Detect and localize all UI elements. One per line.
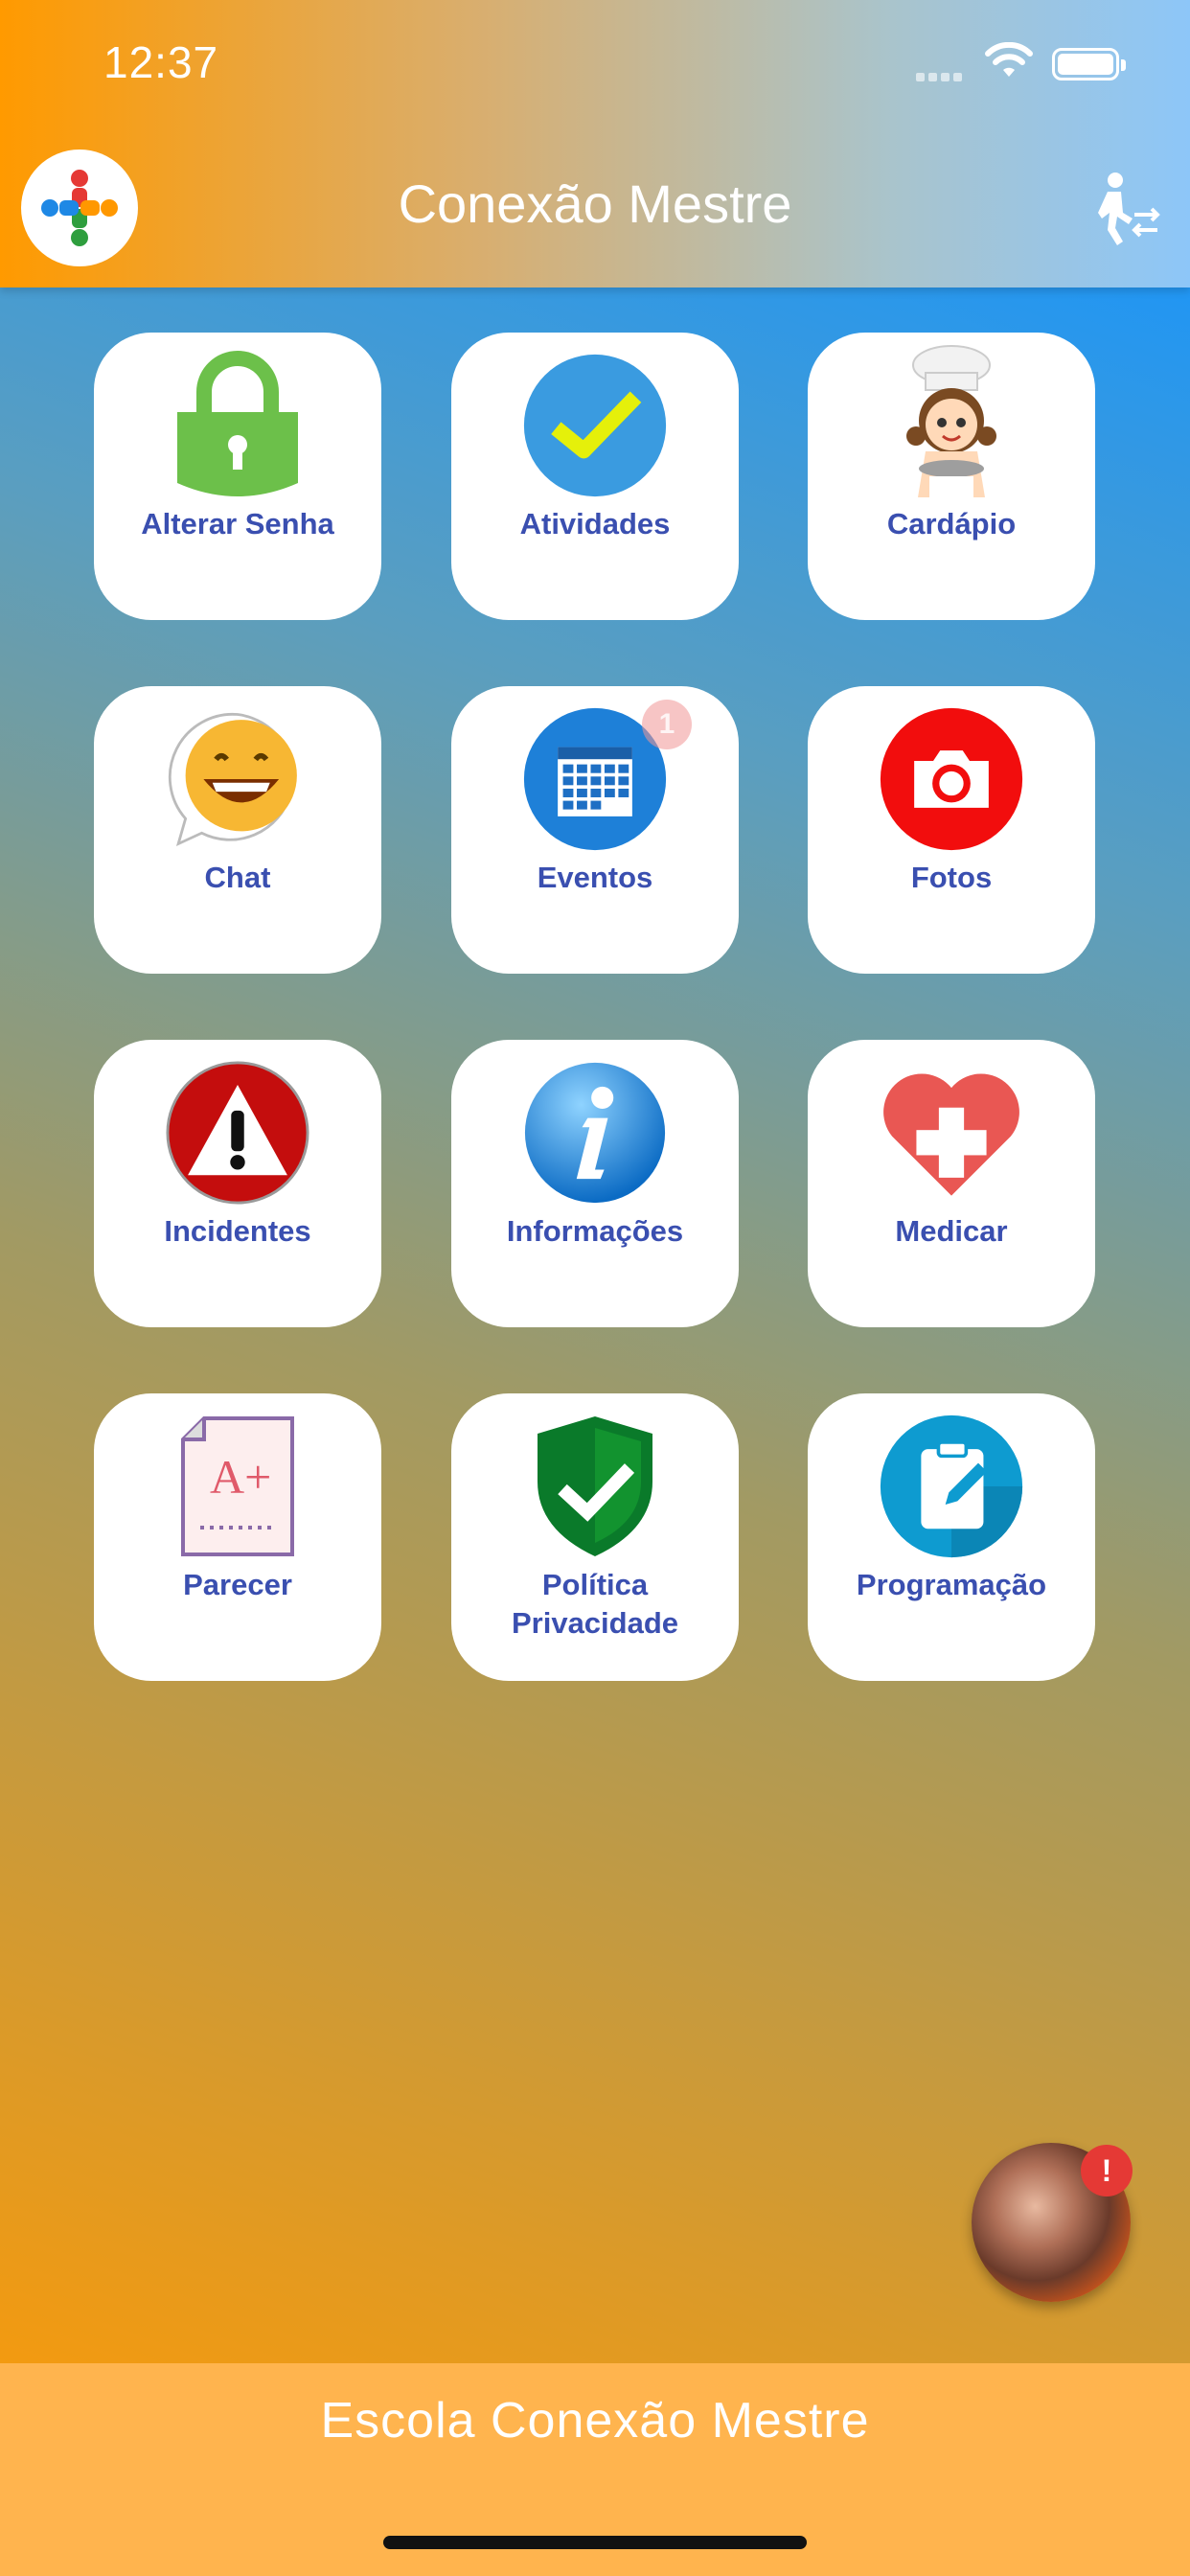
logout-icon[interactable] bbox=[1094, 171, 1161, 247]
tile-programacao[interactable]: Programação bbox=[808, 1393, 1095, 1681]
top-bar: 12:37 Conexão Mestre bbox=[0, 0, 1190, 288]
chef-girl-icon bbox=[880, 344, 1023, 507]
wifi-icon bbox=[985, 42, 1033, 77]
smiley-chat-icon bbox=[166, 698, 309, 861]
notification-badge: 1 bbox=[642, 700, 692, 749]
graded-paper-icon: A+ bbox=[166, 1405, 309, 1568]
tile-incidentes[interactable]: Incidentes bbox=[94, 1040, 381, 1327]
tile-medicar[interactable]: Medicar bbox=[808, 1040, 1095, 1327]
tile-label: Alterar Senha bbox=[141, 507, 334, 540]
tile-label: Informações bbox=[506, 1214, 684, 1248]
tile-label: Programação bbox=[856, 1568, 1047, 1601]
tile-fotos[interactable]: Fotos bbox=[808, 686, 1095, 974]
tile-parecer[interactable]: A+ Parecer bbox=[94, 1393, 381, 1681]
tile-atividades[interactable]: Atividades bbox=[451, 333, 739, 620]
footer-text: Escola Conexão Mestre bbox=[320, 2393, 870, 2449]
tile-chat[interactable]: Chat bbox=[94, 686, 381, 974]
shield-check-icon bbox=[523, 1405, 667, 1568]
status-time: 12:37 bbox=[103, 37, 219, 87]
checkmark-icon bbox=[523, 344, 667, 507]
tile-informacoes[interactable]: Informações bbox=[451, 1040, 739, 1327]
signal-icon bbox=[916, 69, 966, 86]
tile-label: Fotos bbox=[910, 861, 993, 894]
tile-label: Eventos bbox=[537, 861, 653, 894]
tile-label: Medicar bbox=[895, 1214, 1008, 1248]
tile-label: Chat bbox=[204, 861, 271, 894]
page-title: Conexão Mestre bbox=[398, 173, 792, 234]
home-indicator[interactable] bbox=[383, 2536, 807, 2549]
tile-alterar-senha[interactable]: Alterar Senha bbox=[94, 333, 381, 620]
info-icon bbox=[523, 1051, 667, 1214]
clipboard-edit-icon bbox=[880, 1405, 1023, 1568]
tile-label: Parecer bbox=[183, 1568, 292, 1601]
tile-label: Política Privacidade bbox=[511, 1568, 679, 1640]
warning-icon bbox=[166, 1051, 309, 1214]
padlock-icon bbox=[166, 344, 309, 507]
alert-badge: ! bbox=[1081, 2145, 1133, 2196]
battery-icon bbox=[1052, 48, 1126, 80]
tile-label: Cardápio bbox=[886, 507, 1017, 540]
tile-label: Incidentes bbox=[164, 1214, 311, 1248]
tile-eventos[interactable]: Eventos bbox=[451, 686, 739, 974]
tile-label: Atividades bbox=[519, 507, 671, 540]
tile-cardapio[interactable]: Cardápio bbox=[808, 333, 1095, 620]
camera-icon bbox=[880, 698, 1023, 861]
heart-cross-icon bbox=[880, 1051, 1023, 1214]
tile-politica-privacidade[interactable]: Política Privacidade bbox=[451, 1393, 739, 1681]
svg-text:A+: A+ bbox=[210, 1450, 271, 1504]
